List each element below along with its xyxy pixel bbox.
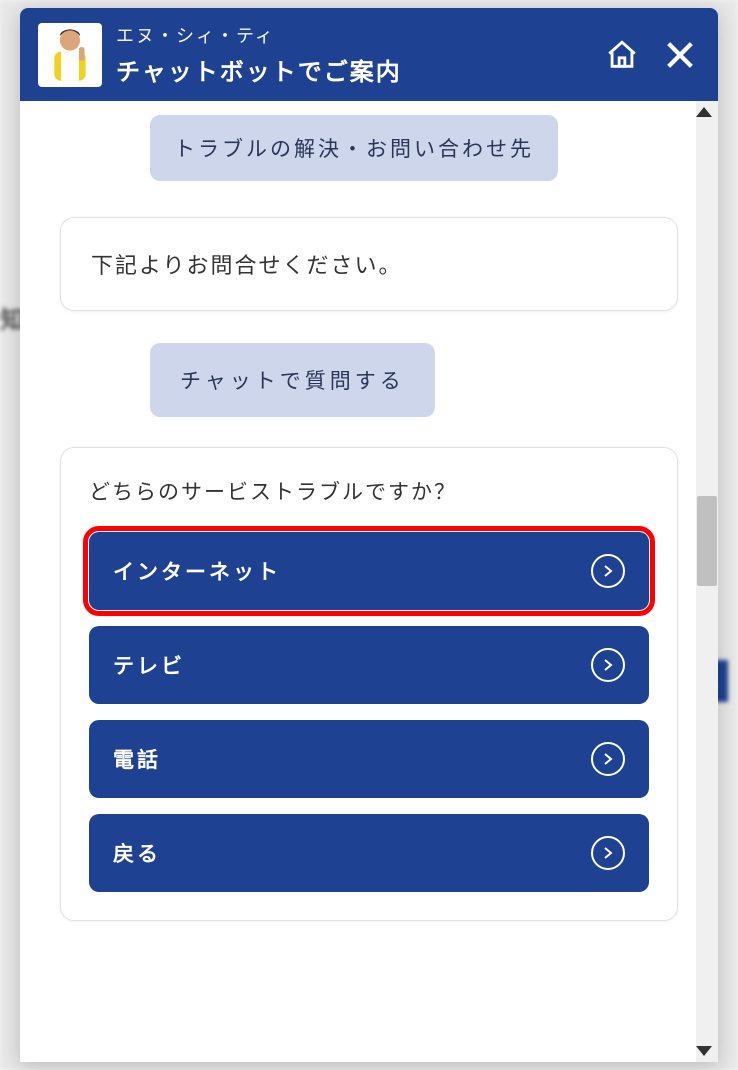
chevron-right-icon bbox=[591, 742, 625, 776]
chat-header: エヌ・シィ・ティ チャットボットでご案内 bbox=[20, 8, 718, 101]
header-title: チャットボットでご案内 bbox=[116, 52, 588, 87]
user-chip-chat[interactable]: チャットで質問する bbox=[150, 343, 435, 417]
chat-window: エヌ・シィ・ティ チャットボットでご案内 bbox=[20, 8, 718, 1062]
chat-body: トラブルの解決・お問い合わせ先 下記よりお問合せください。 チャットで質問する … bbox=[20, 101, 718, 941]
close-icon bbox=[663, 38, 697, 72]
header-text: エヌ・シィ・ティ チャットボットでご案内 bbox=[116, 22, 588, 87]
option-back[interactable]: 戻る bbox=[89, 814, 649, 892]
option-phone[interactable]: 電話 bbox=[89, 720, 649, 798]
close-button[interactable] bbox=[660, 35, 700, 75]
options-question: どちらのサービストラブルですか？ bbox=[89, 476, 649, 506]
bot-message-contact: 下記よりお問合せください。 bbox=[60, 217, 678, 311]
bot-message-text: 下記よりお問合せください。 bbox=[91, 253, 403, 278]
header-subtitle: エヌ・シィ・ティ bbox=[116, 22, 588, 48]
scroll-down-icon[interactable] bbox=[696, 1046, 712, 1056]
bot-avatar bbox=[38, 23, 102, 87]
option-internet[interactable]: インターネット bbox=[89, 532, 649, 610]
chevron-right-icon bbox=[591, 554, 625, 588]
chevron-right-icon bbox=[591, 836, 625, 870]
option-tv[interactable]: テレビ bbox=[89, 626, 649, 704]
home-icon bbox=[605, 38, 639, 72]
option-label: テレビ bbox=[113, 650, 185, 680]
home-button[interactable] bbox=[602, 35, 642, 75]
option-label: インターネット bbox=[113, 556, 281, 586]
user-chip-trouble[interactable]: トラブルの解決・お問い合わせ先 bbox=[150, 115, 558, 181]
chevron-right-icon bbox=[591, 648, 625, 682]
option-label: 電話 bbox=[113, 744, 161, 774]
avatar-icon bbox=[45, 27, 95, 83]
option-label: 戻る bbox=[113, 838, 161, 868]
options-card: どちらのサービストラブルですか？ インターネット テレビ 電話 bbox=[60, 447, 678, 921]
